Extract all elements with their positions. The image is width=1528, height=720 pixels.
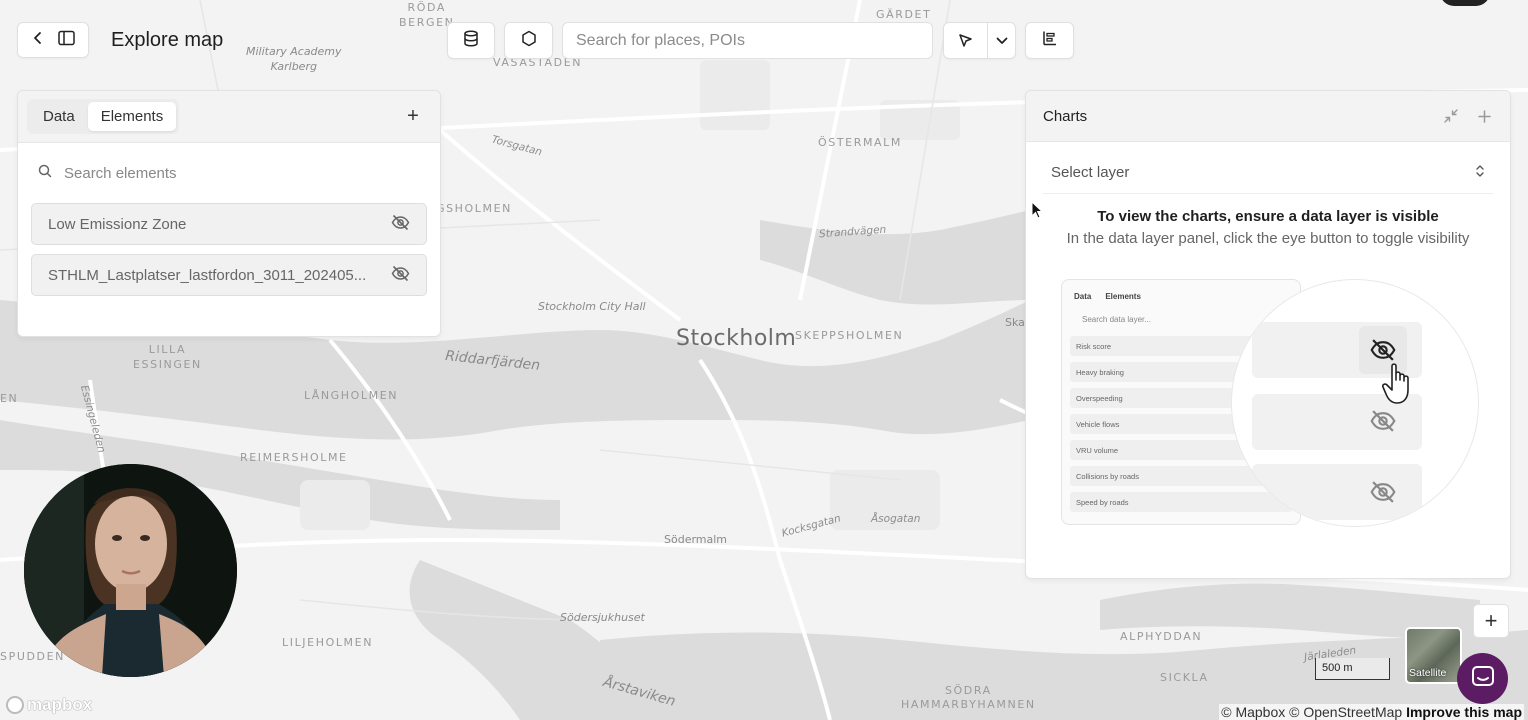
draw-polygon-button[interactable] [504, 22, 553, 59]
map-label-en: EN [0, 392, 19, 405]
legend-icon [1042, 30, 1058, 51]
mouse-cursor-icon [1031, 200, 1044, 224]
layer-item-sthlm-lastplatser[interactable]: STHLM_Lastplatser_lastfordon_3011_202405… [31, 254, 427, 296]
collapse-icon[interactable] [1442, 107, 1460, 125]
add-element-button[interactable]: + [403, 105, 423, 128]
map-label-lilla-essingen: LILLA ESSINGEN [133, 343, 202, 371]
map-label-liljeholmen: LILJEHOLMEN [282, 636, 374, 649]
satellite-label: Satellite [1409, 667, 1447, 679]
elements-panel-header: Data Elements + [18, 91, 440, 143]
layer-item-label: STHLM_Lastplatser_lastfordon_3011_202405… [48, 266, 367, 284]
mapbox-logo: mapbox [6, 695, 92, 715]
back-chevron-icon[interactable] [31, 31, 45, 50]
map-label-stockholm: Stockholm [676, 326, 797, 351]
layer-item-low-emission-zone[interactable]: Low Emissionz Zone [31, 203, 427, 245]
elements-panel: Data Elements + Search elements Low Emis… [17, 90, 441, 337]
map-label-sickla: SICKLA [1160, 671, 1209, 684]
element-search-placeholder: Search elements [64, 164, 177, 182]
hand-pointer-icon [1382, 362, 1416, 411]
layer-select-dropdown[interactable]: Select layer [1043, 152, 1493, 194]
eye-off-icon[interactable] [391, 265, 410, 286]
mapbox-logo-icon [6, 696, 24, 714]
presenter-image [24, 464, 237, 677]
map-label-langholmen: LÅNGHOLMEN [304, 389, 399, 402]
visibility-illustration: Data Elements Search data layer... Risk … [1061, 279, 1479, 529]
chat-support-button[interactable] [1457, 653, 1508, 704]
sidebar-toggle-icon[interactable] [58, 30, 75, 51]
add-chart-icon[interactable] [1475, 107, 1493, 125]
charts-panel-title: Charts [1043, 107, 1088, 125]
pointer-icon[interactable] [944, 23, 989, 58]
satellite-toggle[interactable]: Satellite [1405, 627, 1462, 684]
tab-elements[interactable]: Elements [87, 102, 177, 131]
page-title: Explore map [111, 29, 224, 51]
map-label-alphyddan: ALPHYDDAN [1120, 630, 1203, 643]
webcam-feed [24, 464, 237, 677]
tab-data[interactable]: Data [30, 102, 88, 131]
charts-empty-subtitle: In the data layer panel, click the eye b… [1066, 230, 1470, 247]
map-label-roda-bergen: RÖDA BERGEN [399, 1, 455, 29]
map-label-ostermalm: ÖSTERMALM [818, 136, 902, 149]
illustration-zoom-circle [1231, 279, 1479, 527]
hexagon-icon [521, 30, 537, 52]
map-label-city-hall: Stockholm City Hall [538, 300, 646, 313]
panel-tabs: Data Elements [27, 99, 180, 134]
element-search-field[interactable]: Search elements [18, 143, 440, 203]
map-label-sodra-hammarbyhamnen: SÖDRA HAMMARBYHAMNEN [901, 684, 1036, 711]
mapbox-logo-text: mapbox [27, 695, 93, 714]
layer-item-label: Low Emissionz Zone [48, 215, 187, 233]
map-label-asogatan: Åsogatan [871, 513, 921, 525]
data-layers-button[interactable] [447, 22, 495, 59]
illustration-tab: Data [1074, 292, 1092, 301]
improve-map-link[interactable]: Improve this map [1406, 704, 1522, 720]
eye-off-icon [1359, 468, 1407, 516]
charts-panel: Charts Select layer To view the charts, … [1025, 90, 1511, 579]
charts-empty-title: To view the charts, ensure a data layer … [1097, 208, 1439, 225]
illustration-tab: Elements [1105, 292, 1141, 301]
legend-button[interactable] [1025, 22, 1074, 59]
place-search-input[interactable]: Search for places, POIs [562, 22, 933, 59]
database-icon [463, 29, 479, 52]
nav-button-group [17, 22, 89, 58]
chevron-down-icon[interactable] [988, 23, 1015, 58]
zoom-in-button[interactable]: + [1473, 604, 1509, 638]
select-tool-button [943, 22, 1016, 59]
chevron-up-down-icon [1475, 164, 1485, 182]
eye-off-icon[interactable] [391, 214, 410, 235]
map-label-spudden: SPUDDEN [0, 650, 65, 663]
layer-select-value: Select layer [1051, 164, 1130, 181]
charts-panel-header: Charts [1026, 91, 1510, 142]
illustration-tabs: Data Elements [1062, 280, 1300, 301]
map-label-gardet: GÄRDET [876, 8, 932, 21]
chat-icon [1471, 665, 1495, 692]
map-label-sodersjukhuset: Södersjukhuset [560, 611, 645, 624]
map-label-reimersholme: REIMERSHOLME [240, 451, 348, 464]
scale-bar: 500 m [1315, 658, 1390, 680]
map-label-skeppsholmen: SKEPPSHOLMEN [795, 329, 904, 342]
map-attribution: © Mapbox © OpenStreetMap Improve this ma… [1219, 704, 1524, 720]
map-label-ska: Ska [1005, 316, 1025, 329]
map-label-military-academy: Military Academy Karlberg [246, 45, 342, 73]
map-label-sodermalm: Södermalm [664, 533, 728, 546]
search-icon [38, 164, 64, 182]
attribution-text[interactable]: © Mapbox © OpenStreetMap [1221, 704, 1406, 720]
